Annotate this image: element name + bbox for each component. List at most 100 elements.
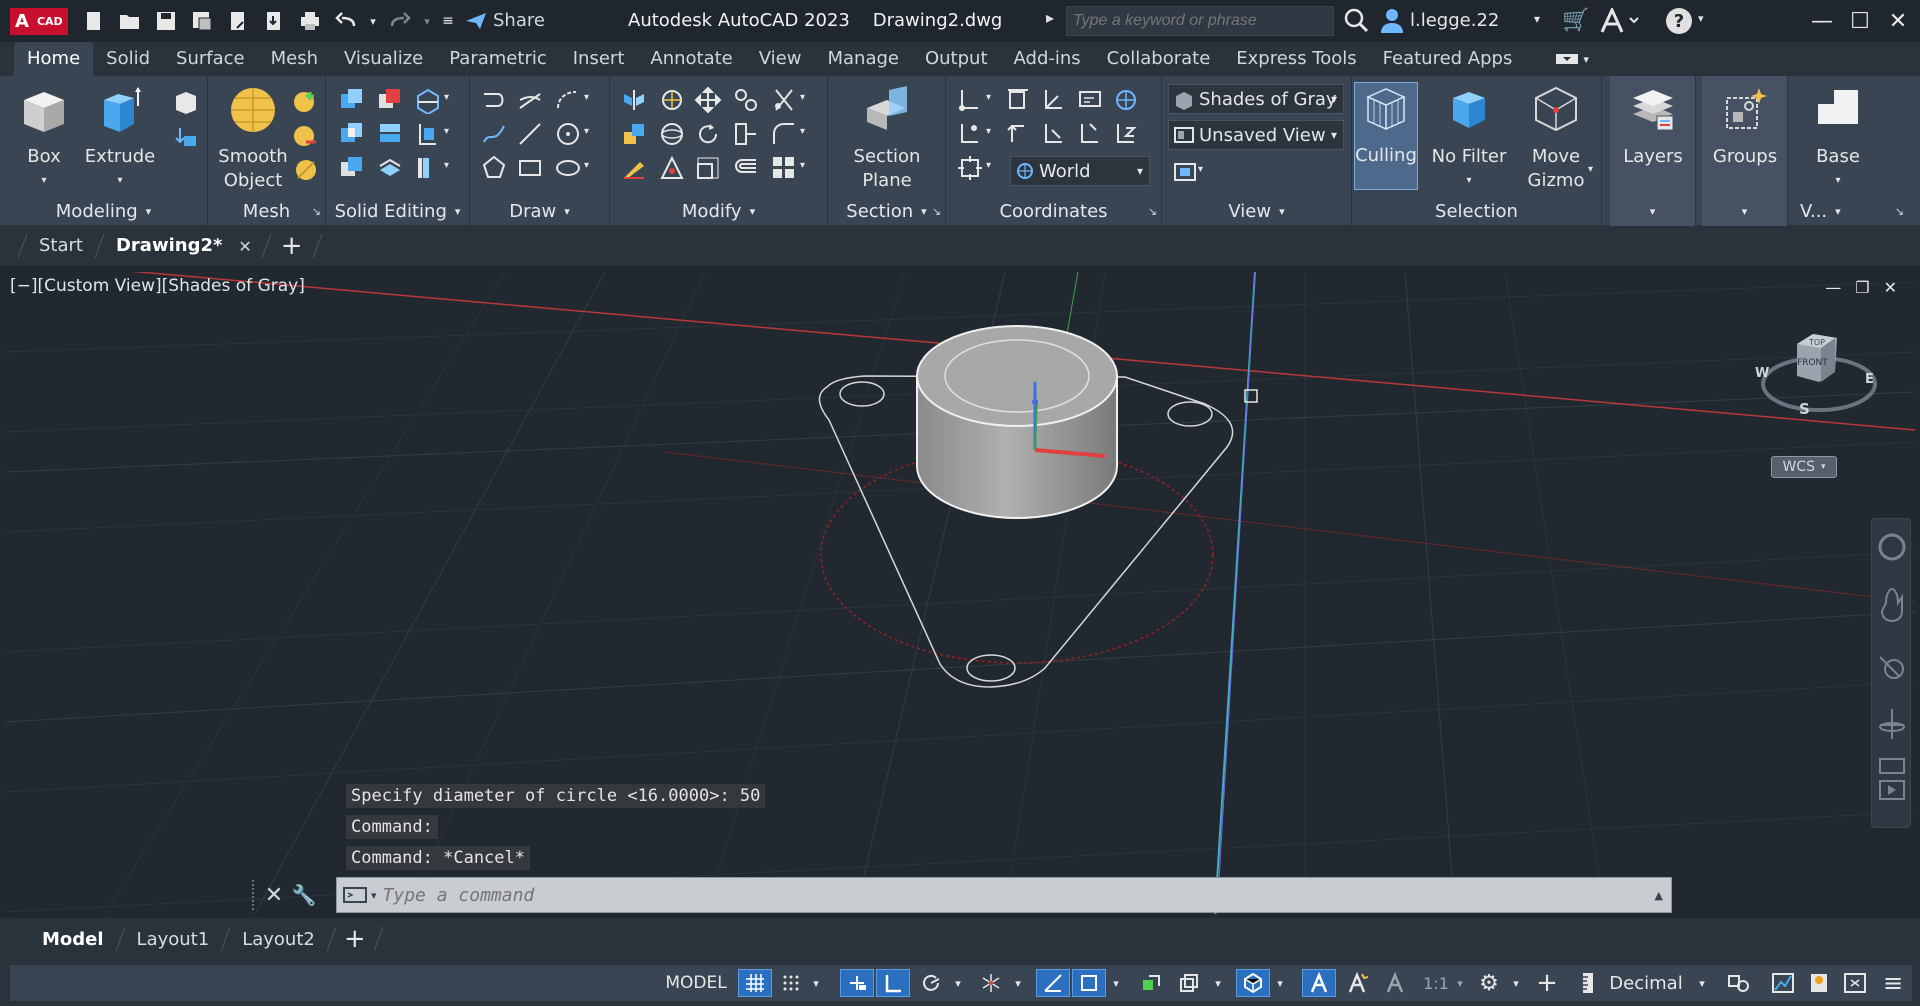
tab-visualize[interactable]: Visualize bbox=[331, 42, 436, 76]
intersect-icon[interactable] bbox=[338, 120, 366, 148]
tab-drawing2[interactable]: Drawing2* bbox=[100, 226, 238, 266]
rectangle-icon[interactable] bbox=[516, 154, 544, 182]
isolate-objects-icon[interactable] bbox=[1802, 969, 1836, 997]
line-icon[interactable] bbox=[516, 120, 544, 148]
command-close-icon[interactable]: ✕ bbox=[260, 878, 288, 912]
tab-express-tools[interactable]: Express Tools bbox=[1223, 42, 1369, 76]
isodraft-caret-icon[interactable]: ▾ bbox=[1010, 969, 1026, 997]
move-icon[interactable] bbox=[694, 86, 722, 114]
mesh-launcher-icon[interactable]: ↘ bbox=[312, 205, 321, 218]
viewport-config-caret-icon[interactable]: ▾ bbox=[1198, 164, 1203, 175]
extrude-button[interactable]: Extrude ▾ bbox=[84, 84, 156, 193]
helix-icon[interactable] bbox=[516, 86, 544, 114]
show-lineweight-icon[interactable] bbox=[1134, 969, 1168, 997]
arc-caret-icon[interactable]: ▾ bbox=[584, 92, 589, 103]
scale-icon[interactable] bbox=[694, 154, 722, 182]
snap-caret-icon[interactable]: ▾ bbox=[808, 969, 824, 997]
no-filter-button[interactable]: No Filter ▾ bbox=[1426, 84, 1512, 193]
new-tab-icon[interactable]: + bbox=[267, 231, 317, 261]
annotation-scale-icon[interactable] bbox=[1378, 969, 1412, 997]
command-recent-caret-icon[interactable]: ▾ bbox=[371, 889, 377, 902]
viewport-controls-label[interactable]: [−][Custom View][Shades of Gray] bbox=[10, 276, 305, 296]
annotation-monitor-icon[interactable]: + bbox=[1530, 968, 1564, 998]
tab-model[interactable]: Model bbox=[26, 929, 120, 950]
user-menu-caret-icon[interactable]: ▾ bbox=[1534, 12, 1540, 26]
ucs-z-icon[interactable] bbox=[1112, 120, 1140, 148]
wcs-menu[interactable]: WCS ▾ bbox=[1771, 456, 1837, 478]
help-search-input[interactable] bbox=[1066, 6, 1334, 36]
saved-view-dropdown[interactable]: Unsaved View ▾ bbox=[1168, 120, 1344, 150]
command-customize-icon[interactable]: 🔧 bbox=[288, 878, 320, 912]
base-launcher-icon[interactable]: ↘ bbox=[1895, 205, 1904, 218]
graphics-performance-icon[interactable] bbox=[1766, 969, 1800, 997]
isodraft-icon[interactable] bbox=[974, 969, 1008, 997]
tab-layout1[interactable]: Layout1 bbox=[121, 929, 226, 950]
trim-caret-icon[interactable]: ▾ bbox=[800, 92, 805, 103]
fillet-2d-caret-icon[interactable]: ▾ bbox=[800, 126, 805, 137]
ellipse-caret-icon[interactable]: ▾ bbox=[584, 160, 589, 171]
coordinates-launcher-icon[interactable]: ↘ bbox=[1148, 205, 1157, 218]
mesh-smooth-less-icon[interactable] bbox=[292, 122, 320, 150]
customize-qat-icon[interactable]: ≡ bbox=[438, 6, 458, 36]
snap-mode-icon[interactable] bbox=[776, 969, 806, 997]
scale-caret-icon[interactable]: ▾ bbox=[1452, 969, 1468, 997]
separate-icon[interactable] bbox=[376, 154, 404, 182]
redo-dropdown-icon[interactable]: ▾ bbox=[420, 6, 434, 36]
annotation-scale-value[interactable]: 1:1 bbox=[1416, 969, 1456, 997]
autodesk-a360-icon[interactable] bbox=[1600, 8, 1640, 34]
units-value[interactable]: Decimal bbox=[1604, 969, 1688, 997]
tab-featured-apps[interactable]: Featured Apps bbox=[1370, 42, 1526, 76]
array-caret-icon[interactable]: ▾ bbox=[800, 160, 805, 171]
layers-expand[interactable]: ▾ bbox=[1610, 198, 1695, 224]
layers-panel[interactable]: Layers ▾ bbox=[1610, 76, 1696, 226]
trim-icon[interactable] bbox=[770, 86, 798, 114]
units-icon[interactable] bbox=[1574, 969, 1602, 997]
fillet-edge-icon[interactable] bbox=[414, 154, 442, 182]
workspace-switch-icon[interactable]: ⚙ bbox=[1472, 969, 1506, 997]
command-recent-icon[interactable] bbox=[343, 885, 369, 905]
base-view-button[interactable]: Base ▾ bbox=[1796, 84, 1880, 193]
fillet-icon[interactable] bbox=[770, 120, 798, 148]
ucs-x-icon[interactable] bbox=[1040, 120, 1068, 148]
array-icon[interactable] bbox=[770, 154, 798, 182]
model-space-button[interactable]: MODEL bbox=[658, 969, 734, 997]
command-input[interactable] bbox=[382, 884, 1583, 906]
object-snap-icon[interactable] bbox=[1072, 969, 1106, 997]
tab-insert[interactable]: Insert bbox=[560, 42, 638, 76]
command-line-grip[interactable] bbox=[252, 880, 260, 910]
stretch-icon[interactable] bbox=[732, 120, 760, 148]
compass-e-label[interactable]: E bbox=[1865, 372, 1874, 387]
compass-s-label[interactable]: S bbox=[1799, 400, 1810, 418]
polar-tracking-icon[interactable] bbox=[914, 969, 948, 997]
view-title[interactable]: View ▾ bbox=[1162, 198, 1351, 224]
groups-expand[interactable]: ▾ bbox=[1702, 198, 1787, 224]
polysolid-icon[interactable] bbox=[172, 122, 200, 150]
tab-surface[interactable]: Surface bbox=[163, 42, 258, 76]
save-to-web-icon[interactable] bbox=[258, 6, 290, 36]
slice-icon[interactable] bbox=[414, 86, 442, 114]
viewport-minimize-icon[interactable]: — bbox=[1825, 278, 1841, 297]
spline-icon[interactable] bbox=[480, 120, 508, 148]
layers-button[interactable]: Layers bbox=[1614, 84, 1692, 169]
viewcube-top-label[interactable]: TOP bbox=[1809, 338, 1825, 347]
search-expand-icon[interactable]: ▸ bbox=[1046, 8, 1054, 27]
autocad-logo[interactable]: A CAD bbox=[10, 8, 68, 35]
ucs-3point-icon[interactable] bbox=[956, 120, 984, 148]
tab-start[interactable]: Start bbox=[23, 226, 99, 266]
tab-mesh[interactable]: Mesh bbox=[258, 42, 331, 76]
viewport-close-icon[interactable]: ✕ bbox=[1884, 278, 1897, 297]
ribbon-minimize-button[interactable]: ▾ bbox=[1555, 49, 1595, 69]
ucs-world-icon[interactable] bbox=[1112, 86, 1140, 114]
move-gizmo-caret-icon[interactable]: ▾ bbox=[1588, 164, 1593, 175]
undo-icon[interactable] bbox=[330, 6, 362, 36]
tab-manage[interactable]: Manage bbox=[814, 42, 912, 76]
undo-dropdown-icon[interactable]: ▾ bbox=[366, 6, 380, 36]
plot-icon[interactable] bbox=[294, 6, 326, 36]
dynamic-input-icon[interactable] bbox=[840, 969, 874, 997]
section-title[interactable]: Section ▾ bbox=[828, 198, 945, 224]
share-button[interactable]: Share bbox=[465, 10, 545, 31]
subtract-icon[interactable] bbox=[376, 86, 404, 114]
close-icon[interactable]: ✕ bbox=[1876, 4, 1920, 38]
osnap-caret-icon[interactable]: ▾ bbox=[1108, 969, 1124, 997]
tab-output[interactable]: Output bbox=[912, 42, 1001, 76]
